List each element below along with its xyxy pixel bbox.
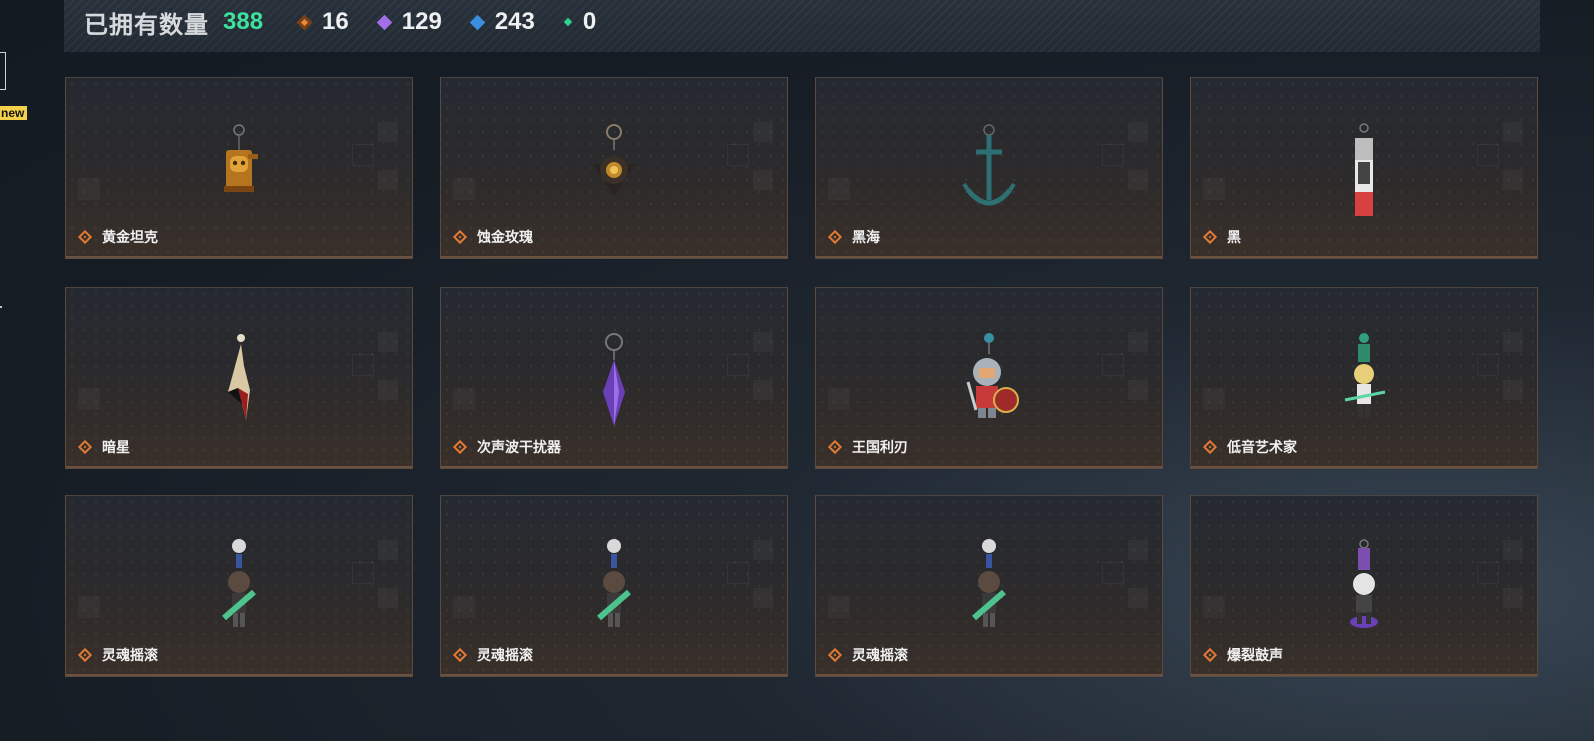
charm-card[interactable]: 暗星: [65, 287, 413, 469]
feather-charm-icon: [228, 334, 250, 420]
edge-button[interactable]: [0, 52, 6, 90]
green-gem-icon: [563, 17, 573, 27]
rarity-icon: [452, 647, 468, 663]
charm-name: 王国利刃: [852, 439, 908, 455]
rarity-icon: [1202, 647, 1218, 663]
charm-name: 黑: [1227, 229, 1241, 245]
charm-card[interactable]: 爆裂鼓声: [1190, 495, 1538, 677]
charm-card[interactable]: 次声波干扰器: [440, 287, 788, 469]
rarity-count-green: 0: [563, 8, 597, 36]
charm-name: 暗星: [102, 439, 130, 455]
charm-name: 黑海: [852, 229, 880, 245]
charm-name: 灵魂摇滚: [852, 647, 908, 663]
crystal-charm-icon: [603, 333, 625, 426]
orange-gem-icon: [296, 14, 313, 30]
rarity-icon: [1202, 229, 1218, 245]
guitarist-charm-icon: [972, 539, 1006, 627]
edge-dot: [0, 306, 2, 308]
guitarist-charm-icon: [597, 539, 631, 627]
charm-name: 低音艺术家: [1227, 439, 1297, 455]
rarity-icon: [827, 439, 843, 455]
rarity-count-value: 0: [582, 8, 597, 35]
charm-card[interactable]: 蚀金玫瑰: [440, 77, 788, 259]
guitarist-charm-icon: [222, 539, 256, 627]
rarity-count-orange: 16: [296, 8, 349, 36]
charm-name: 灵魂摇滚: [102, 647, 158, 663]
rarity-icon: [1202, 439, 1218, 455]
charm-card[interactable]: 黄金坦克: [65, 77, 413, 259]
charm-card[interactable]: 黑: [1190, 77, 1538, 259]
left-edge-panel: new: [0, 0, 60, 741]
charm-card[interactable]: 灵魂摇滚: [65, 495, 413, 677]
charm-card[interactable]: 灵魂摇滚: [440, 495, 788, 677]
charm-name: 爆裂鼓声: [1227, 647, 1283, 663]
owned-label: 已拥有数量: [84, 11, 209, 39]
knight-charm-icon: [966, 333, 1019, 418]
rarity-count-value: 243: [494, 8, 535, 35]
rarity-icon: [77, 439, 93, 455]
charm-name: 蚀金玫瑰: [477, 229, 533, 245]
rose-charm-icon: [593, 124, 635, 196]
rarity-icon: [77, 647, 93, 663]
banner-charm-icon: [1355, 123, 1373, 216]
charm-name: 次声波干扰器: [477, 439, 561, 455]
blue-gem-icon: [469, 14, 486, 30]
purple-gem-icon: [376, 14, 393, 30]
rarity-icon: [77, 229, 93, 245]
charm-card[interactable]: 王国利刃: [815, 287, 1163, 469]
charm-name: 灵魂摇滚: [477, 647, 533, 663]
anchor-charm-icon: [962, 124, 1016, 206]
charm-card[interactable]: 灵魂摇滚: [815, 495, 1163, 677]
new-badge: new: [0, 106, 28, 120]
rarity-count-value: 16: [322, 8, 349, 35]
rarity-count-blue: 243: [469, 8, 535, 36]
owned-summary-bar: 已拥有数量 388 16 129 243 0: [64, 0, 1540, 52]
rarity-icon: [452, 229, 468, 245]
charm-card[interactable]: 黑海: [815, 77, 1163, 259]
charm-name: 黄金坦克: [102, 229, 158, 245]
golden-tank-charm-icon: [224, 124, 258, 192]
rarity-icon: [452, 439, 468, 455]
rarity-icon: [827, 229, 843, 245]
owned-count: 388: [223, 8, 264, 35]
rarity-icon: [827, 647, 843, 663]
bass-artist-charm-icon: [1344, 333, 1386, 418]
charm-card[interactable]: 低音艺术家: [1190, 287, 1538, 469]
rarity-count-purple: 129: [376, 8, 442, 36]
rarity-count-value: 129: [401, 8, 442, 35]
drummer-charm-icon: [1350, 539, 1378, 628]
